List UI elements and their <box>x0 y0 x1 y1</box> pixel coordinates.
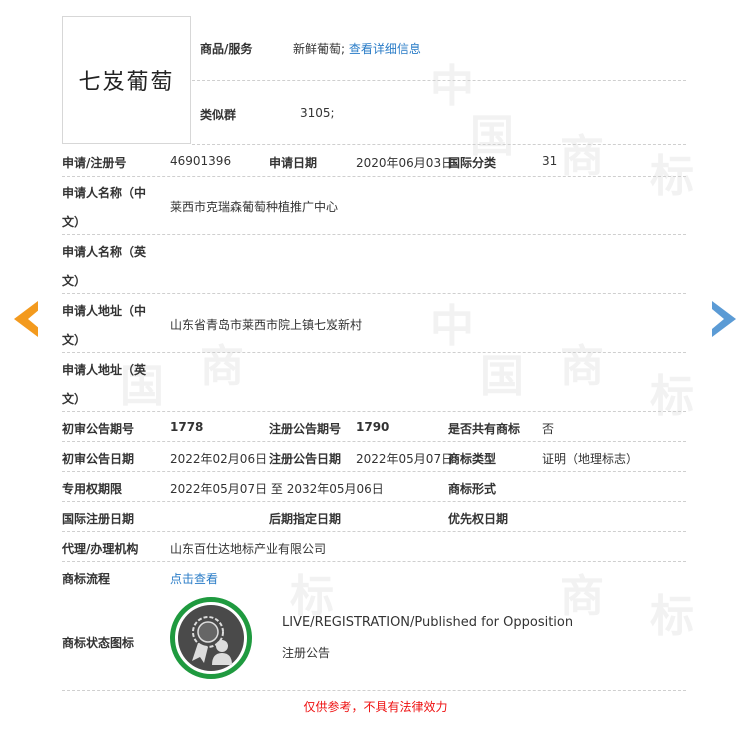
goods-detail-link[interactable]: 查看详细信息 <box>349 42 421 56</box>
later-designation-label: 后期指定日期 <box>269 512 342 526</box>
goods-label: 商品/服务 <box>200 42 253 56</box>
reg-issue-label: 注册公告期号 <box>269 422 342 436</box>
address-cn-label-2: 文） <box>62 333 87 347</box>
status-label: 商标状态图标 <box>62 636 135 650</box>
term-value: 2022年05月07日 至 2032年05月06日 <box>170 482 384 496</box>
next-arrow-icon-cut <box>712 309 724 329</box>
reg-row: 申请/注册号 46901396 申请日期 2020年06月03日 国际分类 31 <box>62 146 686 177</box>
registration-status-badge-icon <box>170 597 252 679</box>
address-en-label-2: 文） <box>62 392 87 406</box>
intl-class-label: 国际分类 <box>448 156 497 170</box>
term-label: 专用权期限 <box>62 482 123 496</box>
applicant-cn-label-1: 申请人名称（中 <box>62 186 147 200</box>
apply-date-label: 申请日期 <box>269 156 318 170</box>
applicant-cn-label-2: 文） <box>62 215 87 229</box>
reg-date-value: 2022年05月07日 <box>356 452 454 466</box>
term-row: 专用权期限 2022年05月07日 至 2032年05月06日 商标形式 <box>62 471 686 502</box>
reg-date-label: 注册公告日期 <box>269 452 342 466</box>
address-cn-label-1: 申请人地址（中 <box>62 304 147 318</box>
flow-link[interactable]: 点击查看 <box>170 570 218 587</box>
agent-row: 代理/办理机构 山东百仕达地标产业有限公司 <box>62 531 686 562</box>
disclaimer-text: 仅供参考，不具有法律效力 <box>303 700 448 714</box>
flow-row: 商标流程 点击查看 <box>62 561 686 591</box>
intl-class-value: 31 <box>542 154 558 168</box>
applicant-en-row: 申请人名称（英 文） <box>62 234 686 294</box>
prelim-date-row: 初审公告日期 2022年02月06日 注册公告日期 2022年05月07日 商标… <box>62 441 686 472</box>
prev-arrow-icon-cut <box>28 309 40 329</box>
prelim-issue-value: 1778 <box>170 420 204 434</box>
status-en-text: LIVE/REGISTRATION/Published for Oppositi… <box>282 615 574 630</box>
prelim-date-label: 初审公告日期 <box>62 452 135 466</box>
mark-type-value: 证明（地理标志） <box>542 452 639 466</box>
applicant-en-label-1: 申请人名称（英 <box>62 245 147 259</box>
trademark-logo-image: 七岌葡萄 <box>62 16 191 144</box>
shared-value: 否 <box>542 422 555 436</box>
address-en-row: 申请人地址（英 文） <box>62 352 686 412</box>
prelim-row: 初审公告期号 1778 注册公告期号 1790 是否共有商标 否 <box>62 411 686 442</box>
intl-reg-row: 国际注册日期 后期指定日期 优先权日期 <box>62 501 686 532</box>
apply-date-value: 2020年06月03日 <box>356 156 454 170</box>
mark-type-label: 商标类型 <box>448 452 497 466</box>
goods-text: 新鲜葡萄; <box>293 42 346 56</box>
prelim-date-value: 2022年02月06日 <box>170 452 268 466</box>
goods-value: 新鲜葡萄; 查看详细信息 <box>293 40 421 57</box>
flow-label: 商标流程 <box>62 572 111 586</box>
reg-issue-value: 1790 <box>356 420 390 434</box>
class-group-value: 3105; <box>300 106 335 120</box>
applicant-en-label-2: 文） <box>62 274 87 288</box>
reg-number-value: 46901396 <box>170 154 232 168</box>
badge-person-icon <box>178 605 244 671</box>
class-group-label: 类似群 <box>200 108 237 122</box>
address-cn-row: 申请人地址（中 文） 山东省青岛市莱西市院上镇七岌新村 <box>62 293 686 353</box>
intl-reg-label: 国际注册日期 <box>62 512 135 526</box>
status-cn-text: 注册公告 <box>282 646 331 660</box>
reg-number-label: 申请/注册号 <box>62 156 127 170</box>
address-en-label-1: 申请人地址（英 <box>62 363 147 377</box>
class-group-row: 类似群 3105; <box>192 80 686 145</box>
agent-label: 代理/办理机构 <box>62 542 139 556</box>
applicant-cn-value: 莱西市克瑞森葡萄种植推广中心 <box>170 200 339 214</box>
status-row: 商标状态图标 LIVE/REGISTRATION/Published for O… <box>62 591 686 691</box>
mark-form-label: 商标形式 <box>448 482 497 496</box>
goods-row: 商品/服务 新鲜葡萄; 查看详细信息 <box>192 16 686 81</box>
prelim-issue-label: 初审公告期号 <box>62 422 135 436</box>
agent-value: 山东百仕达地标产业有限公司 <box>170 542 327 556</box>
applicant-cn-row: 申请人名称（中 文） 莱西市克瑞森葡萄种植推广中心 <box>62 176 686 235</box>
priority-label: 优先权日期 <box>448 512 509 526</box>
logo-text: 七岌葡萄 <box>78 70 175 95</box>
address-cn-value: 山东省青岛市莱西市院上镇七岌新村 <box>170 318 363 332</box>
shared-label: 是否共有商标 <box>448 422 521 436</box>
